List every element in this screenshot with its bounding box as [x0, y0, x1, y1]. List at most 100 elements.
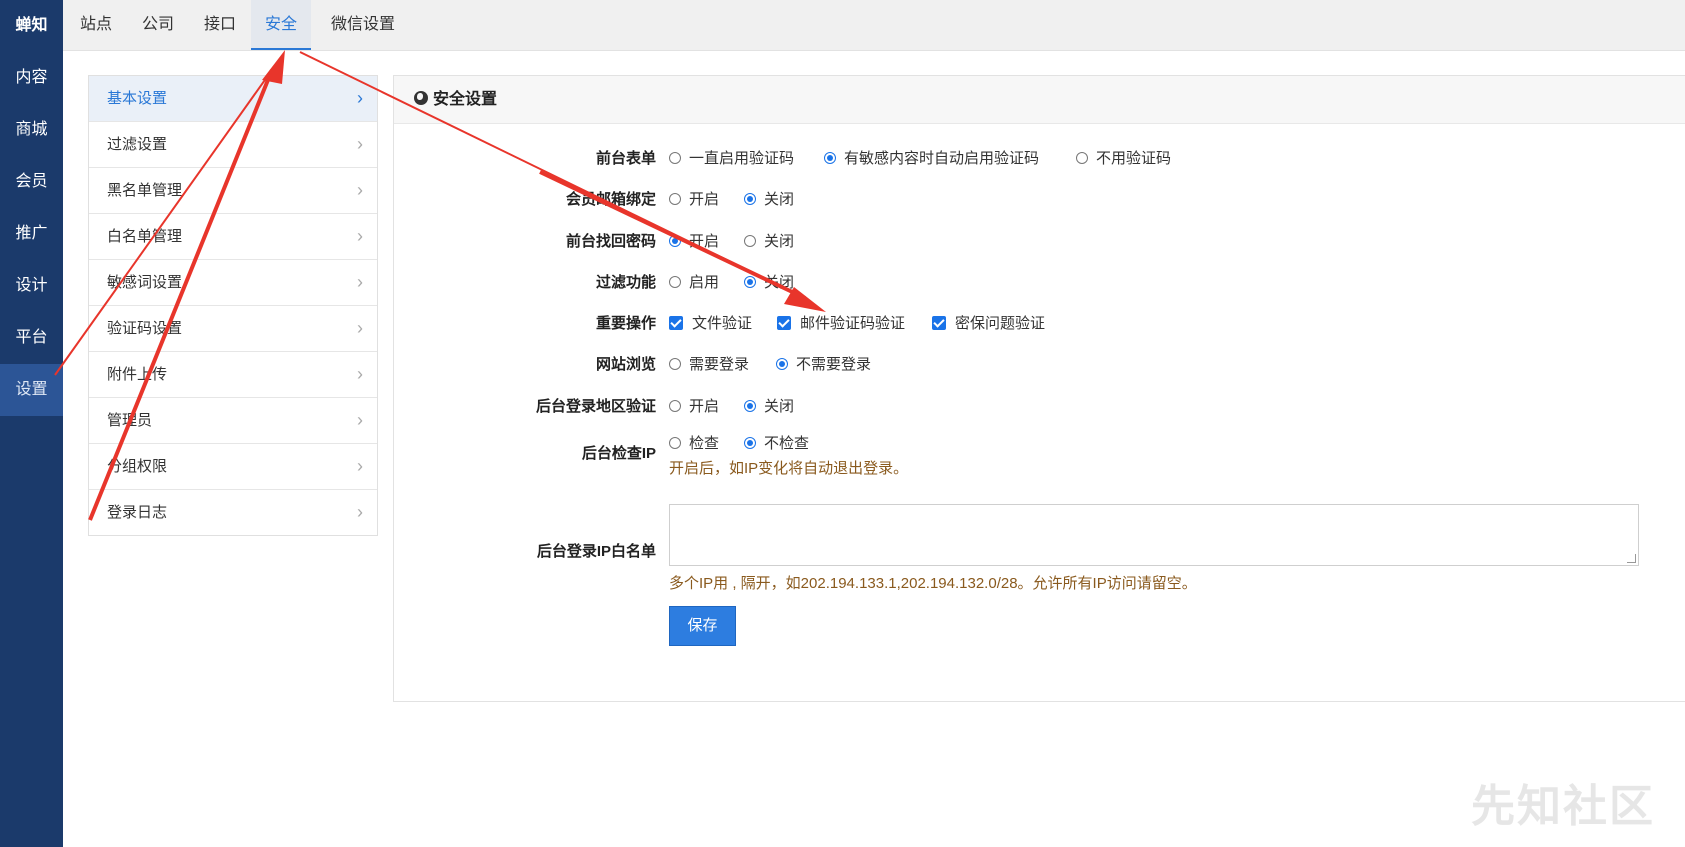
submenu-item-loginlog[interactable]: 登录日志 › — [89, 490, 377, 535]
member-email-option-off[interactable]: 关闭 — [744, 188, 794, 209]
submenu-item-basic[interactable]: 基本设置 › — [89, 76, 377, 122]
ip-whitelist-label: 后台登录IP白名单 — [536, 543, 656, 560]
submenu-item-label: 白名单管理 — [107, 228, 183, 245]
check-ip-option-nocheck[interactable]: 不检查 — [744, 432, 809, 453]
row-site-browse: 网站浏览 需要登录 不需要登录 — [394, 349, 1685, 379]
option-label: 不需要登录 — [796, 356, 872, 373]
submenu-item-whitelist[interactable]: 白名单管理 › — [89, 214, 377, 260]
submenu-item-captcha[interactable]: 验证码设置 › — [89, 306, 377, 352]
submenu-item-label: 基本设置 — [107, 90, 168, 107]
watermark: 先知社区 — [1471, 782, 1655, 831]
submenu-item-blacklist[interactable]: 黑名单管理 › — [89, 168, 377, 214]
radio-icon — [1076, 152, 1088, 164]
row-login-region: 后台登录地区验证 开启 关闭 — [394, 391, 1685, 421]
brand-logo[interactable]: 蝉知 — [0, 0, 63, 52]
checkbox-checked-icon — [932, 316, 946, 330]
submenu-item-admin[interactable]: 管理员 › — [89, 398, 377, 444]
resize-grip-icon[interactable] — [1627, 554, 1636, 563]
radio-checked-icon — [824, 152, 836, 164]
front-recover-option-off[interactable]: 关闭 — [744, 230, 794, 251]
submenu-item-upload[interactable]: 附件上传 › — [89, 352, 377, 398]
checkbox-checked-icon — [777, 316, 791, 330]
top-tab-bar: 站点 公司 接口 安全 微信设置 — [63, 0, 1685, 51]
save-button[interactable]: 保存 — [669, 606, 736, 646]
option-label: 不用验证码 — [1096, 150, 1172, 167]
radio-icon — [744, 235, 756, 247]
filter-option-off[interactable]: 关闭 — [744, 271, 794, 292]
submenu-item-label: 敏感词设置 — [107, 274, 183, 291]
check-ip-label: 后台检查IP — [581, 445, 656, 462]
submenu-item-label: 附件上传 — [107, 366, 168, 383]
nav-item-design[interactable]: 设计 — [0, 260, 63, 312]
chevron-right-icon: › — [357, 180, 363, 200]
tab-wechat[interactable]: 微信设置 — [323, 0, 403, 50]
submenu-item-sensitive[interactable]: 敏感词设置 › — [89, 260, 377, 306]
radio-checked-icon — [744, 193, 756, 205]
chevron-right-icon: › — [357, 226, 363, 246]
radio-icon — [669, 276, 681, 288]
checkbox-checked-icon — [669, 316, 683, 330]
option-label: 邮件验证码验证 — [800, 315, 906, 332]
login-region-option-on[interactable]: 开启 — [669, 395, 719, 416]
nav-item-platform[interactable]: 平台 — [0, 312, 63, 364]
front-form-option-auto[interactable]: 有敏感内容时自动启用验证码 — [824, 147, 1039, 168]
row-important-ops: 重要操作 文件验证 邮件验证码验证 密保问题验证 — [394, 308, 1685, 338]
nav-item-member[interactable]: 会员 — [0, 156, 63, 208]
login-region-label: 后台登录地区验证 — [535, 398, 656, 415]
radio-icon — [669, 400, 681, 412]
tab-api[interactable]: 接口 — [195, 0, 245, 50]
tab-company[interactable]: 公司 — [133, 0, 183, 50]
ip-whitelist-hint: 多个IP用 , 隔开，如202.194.133.1,202.194.132.0/… — [669, 575, 1197, 592]
login-region-option-off[interactable]: 关闭 — [744, 395, 794, 416]
chevron-right-icon: › — [357, 456, 363, 476]
front-recover-option-on[interactable]: 开启 — [669, 230, 719, 251]
tab-security[interactable]: 安全 — [251, 0, 311, 50]
radio-icon — [669, 358, 681, 370]
chevron-right-icon: › — [357, 318, 363, 338]
front-form-option-none[interactable]: 不用验证码 — [1076, 147, 1171, 168]
option-label: 关闭 — [764, 398, 795, 415]
nav-item-content[interactable]: 内容 — [0, 52, 63, 104]
site-browse-option-nologin[interactable]: 不需要登录 — [776, 353, 871, 374]
chevron-right-icon: › — [357, 410, 363, 430]
check-ip-option-check[interactable]: 检查 — [669, 432, 719, 453]
submenu-item-filter[interactable]: 过滤设置 › — [89, 122, 377, 168]
left-nav: 蝉知 内容 商城 会员 推广 设计 平台 设置 — [0, 0, 63, 847]
ip-whitelist-textarea[interactable] — [669, 504, 1639, 566]
nav-item-settings[interactable]: 设置 — [0, 364, 63, 416]
chevron-right-icon: › — [357, 364, 363, 384]
submenu-item-label: 验证码设置 — [107, 320, 183, 337]
front-form-option-always[interactable]: 一直启用验证码 — [669, 147, 794, 168]
security-settings-panel: 安全设置 前台表单 一直启用验证码 有敏感内容时自动启用验证码 不用验证码 会员… — [393, 75, 1685, 702]
radio-checked-icon — [744, 437, 756, 449]
member-email-label: 会员邮箱绑定 — [565, 191, 656, 208]
row-filter: 过滤功能 启用 关闭 — [394, 267, 1685, 297]
submenu-item-label: 管理员 — [107, 412, 153, 429]
important-ops-file-check[interactable]: 文件验证 — [669, 312, 752, 333]
row-member-email: 会员邮箱绑定 开启 关闭 — [394, 184, 1685, 214]
filter-option-on[interactable]: 启用 — [669, 271, 719, 292]
panel-header: 安全设置 — [394, 76, 1685, 124]
option-label: 开启 — [689, 398, 720, 415]
important-ops-email-check[interactable]: 邮件验证码验证 — [777, 312, 905, 333]
submenu-item-group[interactable]: 分组权限 › — [89, 444, 377, 490]
security-submenu: 基本设置 › 过滤设置 › 黑名单管理 › 白名单管理 › 敏感词设置 › 验证码设置 › … — [88, 75, 378, 536]
member-email-option-on[interactable]: 开启 — [669, 188, 719, 209]
submenu-item-label: 登录日志 — [107, 504, 168, 521]
front-form-label: 前台表单 — [595, 150, 656, 167]
option-label: 文件验证 — [692, 315, 753, 332]
radio-icon — [669, 152, 681, 164]
option-label: 检查 — [689, 435, 720, 452]
option-label: 启用 — [689, 274, 720, 291]
row-front-form: 前台表单 一直启用验证码 有敏感内容时自动启用验证码 不用验证码 — [394, 143, 1685, 173]
tab-site[interactable]: 站点 — [71, 0, 121, 50]
chevron-right-icon: › — [357, 88, 363, 108]
site-browse-option-login[interactable]: 需要登录 — [669, 353, 749, 374]
globe-icon — [414, 91, 428, 105]
submenu-item-label: 过滤设置 — [107, 136, 168, 153]
nav-item-shop[interactable]: 商城 — [0, 104, 63, 156]
nav-item-promote[interactable]: 推广 — [0, 208, 63, 260]
radio-icon — [669, 193, 681, 205]
option-label: 一直启用验证码 — [689, 150, 795, 167]
important-ops-question-check[interactable]: 密保问题验证 — [932, 312, 1045, 333]
